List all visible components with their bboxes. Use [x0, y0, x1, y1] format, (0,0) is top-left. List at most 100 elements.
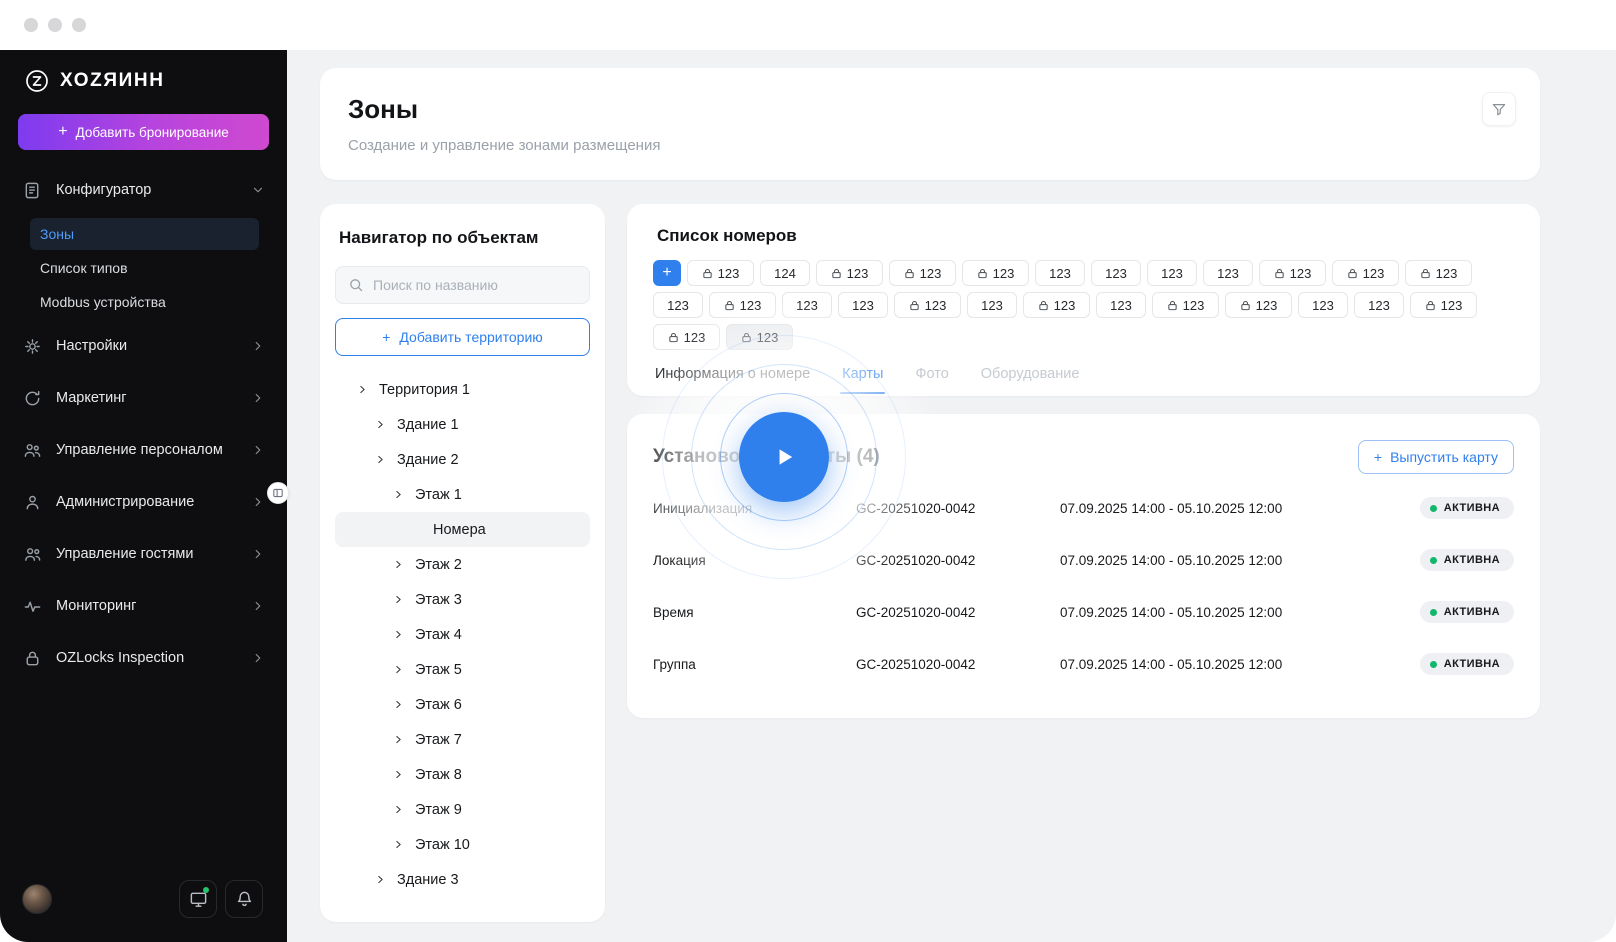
- add-booking-button[interactable]: + Добавить бронирование: [18, 114, 269, 150]
- sidebar-item[interactable]: OZLocks Inspection: [0, 632, 287, 684]
- chevron-right-icon: [251, 495, 265, 509]
- room-chip[interactable]: 123: [962, 260, 1029, 286]
- room-chip[interactable]: 123: [653, 292, 703, 318]
- room-chip-label: 123: [739, 297, 762, 313]
- chevron-right-icon: [251, 391, 265, 405]
- sidebar-item[interactable]: Настройки: [0, 320, 287, 372]
- status-dot-icon: [1429, 660, 1437, 668]
- devices-button[interactable]: [179, 880, 217, 918]
- sidebar-item-configurator[interactable]: Конфигуратор: [0, 164, 287, 216]
- object-tree: Территория 1 Здание 1 Здание 2 Этаж 1 Но…: [335, 372, 590, 897]
- room-chip-label: 123: [1312, 297, 1334, 313]
- play-button[interactable]: [739, 412, 829, 502]
- room-chip[interactable]: 123: [1225, 292, 1292, 318]
- room-tabs: Информация о номере Карты Фото Оборудова…: [653, 366, 1514, 394]
- room-chip-label: 123: [1182, 297, 1205, 313]
- tree-item[interactable]: Этаж 8: [335, 757, 590, 792]
- lock-icon: [831, 268, 842, 279]
- room-chip[interactable]: 123: [894, 292, 961, 318]
- sidebar-subitem[interactable]: Modbus устройства: [30, 286, 259, 318]
- room-tab[interactable]: Карты: [840, 366, 886, 394]
- object-navigator-panel: Навигатор по объектам + Добавить террито…: [320, 204, 605, 922]
- add-territory-button[interactable]: + Добавить территорию: [335, 318, 590, 356]
- room-chip[interactable]: 123: [1298, 292, 1348, 318]
- room-chip[interactable]: 123: [1203, 260, 1253, 286]
- lock-icon: [1240, 300, 1251, 311]
- filter-button[interactable]: [1482, 92, 1516, 126]
- room-chip[interactable]: 123: [1147, 260, 1197, 286]
- room-chip[interactable]: 124: [760, 260, 810, 286]
- search-input[interactable]: [373, 277, 577, 293]
- add-room-chip[interactable]: +: [653, 260, 681, 286]
- tree-item[interactable]: Здание 1: [335, 407, 590, 442]
- lock-icon: [668, 332, 679, 343]
- sidebar-subitem-label: Зоны: [40, 226, 75, 242]
- room-tab[interactable]: Оборудование: [979, 366, 1082, 394]
- room-chip[interactable]: 123: [967, 292, 1017, 318]
- room-chip[interactable]: 123: [1096, 292, 1146, 318]
- tree-item[interactable]: Здание 3: [335, 862, 590, 897]
- tree-item[interactable]: Этаж 1: [335, 477, 590, 512]
- tree-item[interactable]: Территория 1: [335, 372, 590, 407]
- bell-icon: [237, 891, 251, 906]
- tree-item[interactable]: Этаж 10: [335, 827, 590, 862]
- sidebar-item[interactable]: Маркетинг: [0, 372, 287, 424]
- sidebar-item-label: Управление персоналом: [56, 442, 223, 458]
- tree-item-label: Этаж 3: [415, 591, 462, 608]
- window-control-close[interactable]: [24, 18, 38, 32]
- tree-item[interactable]: Этаж 2: [335, 547, 590, 582]
- tree-item[interactable]: Этаж 9: [335, 792, 590, 827]
- sidebar-item[interactable]: Управление персоналом: [0, 424, 287, 476]
- room-chip-label: 123: [919, 265, 942, 281]
- room-chip[interactable]: 123: [1023, 292, 1090, 318]
- room-chip[interactable]: 123: [709, 292, 776, 318]
- tree-item[interactable]: Этаж 3: [335, 582, 590, 617]
- sidebar-item[interactable]: Мониторинг: [0, 580, 287, 632]
- status-badge: АКТИВНА: [1419, 549, 1514, 571]
- room-chip[interactable]: 123: [653, 324, 720, 350]
- room-chip[interactable]: 123: [1354, 292, 1404, 318]
- room-tab[interactable]: Информация о номере: [653, 366, 812, 394]
- room-chip[interactable]: 123: [1152, 292, 1219, 318]
- tree-item-label: Этаж 5: [415, 661, 462, 678]
- notifications-button[interactable]: [225, 880, 263, 918]
- sidebar-subitem[interactable]: Список типов: [30, 252, 259, 284]
- room-chip[interactable]: 123: [1091, 260, 1141, 286]
- sidebar-item[interactable]: Администрирование: [0, 476, 287, 528]
- rooms-title: Список номеров: [657, 226, 797, 245]
- room-chip[interactable]: 123: [816, 260, 883, 286]
- tree-item-label: Этаж 8: [415, 766, 462, 783]
- room-chip[interactable]: 123: [782, 292, 832, 318]
- configurator-submenu: Зоны Список типов Modbus устройства: [0, 218, 287, 318]
- room-chip[interactable]: 123: [1035, 260, 1085, 286]
- room-chip[interactable]: 123: [1410, 292, 1477, 318]
- room-chip[interactable]: 123: [889, 260, 956, 286]
- tree-item[interactable]: Этаж 7: [335, 722, 590, 757]
- admin-icon: [22, 492, 42, 512]
- card-type: Время: [653, 604, 694, 620]
- tree-item[interactable]: Этаж 4: [335, 617, 590, 652]
- tree-item[interactable]: Здание 2: [335, 442, 590, 477]
- card-number: GC-20251020-0042: [856, 500, 976, 516]
- room-chip[interactable]: 123: [687, 260, 754, 286]
- room-chip[interactable]: 123: [838, 292, 888, 318]
- issue-card-button[interactable]: + Выпустить карту: [1357, 440, 1514, 474]
- window-control-zoom[interactable]: [72, 18, 86, 32]
- tree-item[interactable]: Этаж 5: [335, 652, 590, 687]
- page-header-card: Зоны Создание и управление зонами размещ…: [320, 68, 1540, 180]
- sidebar-item-label: Управление гостями: [56, 546, 194, 562]
- room-chip[interactable]: 123: [1259, 260, 1326, 286]
- room-chip[interactable]: 123: [1332, 260, 1399, 286]
- user-avatar[interactable]: [22, 884, 52, 914]
- room-chip[interactable]: 123: [1405, 260, 1472, 286]
- sidebar-collapse-button[interactable]: [267, 482, 289, 504]
- sidebar-subitem[interactable]: Зоны: [30, 218, 259, 250]
- tree-item[interactable]: Этаж 6: [335, 687, 590, 722]
- room-tab[interactable]: Фото: [913, 366, 950, 394]
- room-chip[interactable]: 123: [726, 324, 793, 350]
- sidebar-item-label: Настройки: [56, 338, 128, 354]
- sidebar-item[interactable]: Управление гостями: [0, 528, 287, 580]
- tree-item[interactable]: Номера: [335, 512, 590, 547]
- rooms-list-panel: Список номеров + 123 124 123 123 123 123…: [627, 204, 1540, 396]
- window-control-minimize[interactable]: [48, 18, 62, 32]
